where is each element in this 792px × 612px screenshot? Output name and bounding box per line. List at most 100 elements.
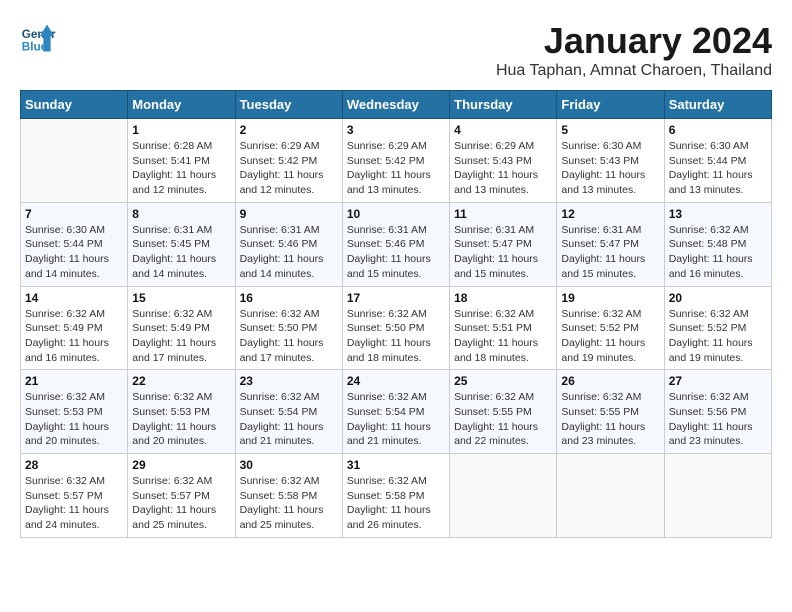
day-number: 3 xyxy=(347,123,445,137)
day-number: 17 xyxy=(347,291,445,305)
day-number: 24 xyxy=(347,374,445,388)
day-number: 5 xyxy=(561,123,659,137)
calendar-cell: 23 Sunrise: 6:32 AMSunset: 5:54 PMDayligh… xyxy=(235,370,342,454)
calendar-cell xyxy=(557,454,664,538)
logo-icon: General Blue xyxy=(20,20,56,56)
calendar-cell: 20 Sunrise: 6:32 AMSunset: 5:52 PMDayligh… xyxy=(664,286,771,370)
day-number: 31 xyxy=(347,458,445,472)
day-number: 13 xyxy=(669,207,767,221)
day-number: 11 xyxy=(454,207,552,221)
calendar-cell: 18 Sunrise: 6:32 AMSunset: 5:51 PMDayligh… xyxy=(450,286,557,370)
calendar-cell: 11Sunrise: 6:31 AMSunset: 5:47 PMDayligh… xyxy=(450,202,557,286)
day-info: Sunrise: 6:32 AMSunset: 5:57 PMDaylight:… xyxy=(25,474,123,533)
title-block: January 2024 Hua Taphan, Amnat Charoen, … xyxy=(496,20,772,80)
calendar-cell: 15 Sunrise: 6:32 AMSunset: 5:49 PMDayligh… xyxy=(128,286,235,370)
calendar-cell: 16 Sunrise: 6:32 AMSunset: 5:50 PMDayligh… xyxy=(235,286,342,370)
day-number: 1 xyxy=(132,123,230,137)
day-header-sunday: Sunday xyxy=(21,91,128,119)
page-header: General Blue January 2024 Hua Taphan, Am… xyxy=(20,20,772,80)
day-info: Sunrise: 6:30 AMSunset: 5:44 PMDaylight:… xyxy=(25,223,123,282)
logo: General Blue xyxy=(20,20,56,56)
calendar-cell: 30Sunrise: 6:32 AMSunset: 5:58 PMDayligh… xyxy=(235,454,342,538)
calendar-cell: 4 Sunrise: 6:29 AMSunset: 5:43 PMDaylight… xyxy=(450,119,557,203)
day-header-saturday: Saturday xyxy=(664,91,771,119)
day-info: Sunrise: 6:29 AMSunset: 5:42 PMDaylight:… xyxy=(347,139,445,198)
calendar-cell: 6 Sunrise: 6:30 AMSunset: 5:44 PMDaylight… xyxy=(664,119,771,203)
day-number: 10 xyxy=(347,207,445,221)
day-info: Sunrise: 6:29 AMSunset: 5:43 PMDaylight:… xyxy=(454,139,552,198)
day-number: 28 xyxy=(25,458,123,472)
calendar-cell: 29Sunrise: 6:32 AMSunset: 5:57 PMDayligh… xyxy=(128,454,235,538)
day-info: Sunrise: 6:32 AMSunset: 5:50 PMDaylight:… xyxy=(240,307,338,366)
day-info: Sunrise: 6:30 AMSunset: 5:44 PMDaylight:… xyxy=(669,139,767,198)
day-number: 12 xyxy=(561,207,659,221)
calendar-body: 1 Sunrise: 6:28 AMSunset: 5:41 PMDaylight… xyxy=(21,119,772,538)
week-row-4: 21 Sunrise: 6:32 AMSunset: 5:53 PMDayligh… xyxy=(21,370,772,454)
calendar-table: SundayMondayTuesdayWednesdayThursdayFrid… xyxy=(20,90,772,538)
location-title: Hua Taphan, Amnat Charoen, Thailand xyxy=(496,62,772,80)
calendar-cell xyxy=(450,454,557,538)
week-row-2: 7Sunrise: 6:30 AMSunset: 5:44 PMDaylight… xyxy=(21,202,772,286)
day-info: Sunrise: 6:32 AMSunset: 5:51 PMDaylight:… xyxy=(454,307,552,366)
day-number: 21 xyxy=(25,374,123,388)
day-number: 9 xyxy=(240,207,338,221)
day-header-tuesday: Tuesday xyxy=(235,91,342,119)
calendar-cell: 19Sunrise: 6:32 AMSunset: 5:52 PMDayligh… xyxy=(557,286,664,370)
calendar-cell: 10 Sunrise: 6:31 AMSunset: 5:46 PMDayligh… xyxy=(342,202,449,286)
day-header-monday: Monday xyxy=(128,91,235,119)
day-info: Sunrise: 6:32 AMSunset: 5:55 PMDaylight:… xyxy=(561,390,659,449)
day-info: Sunrise: 6:32 AMSunset: 5:48 PMDaylight:… xyxy=(669,223,767,282)
calendar-cell: 3 Sunrise: 6:29 AMSunset: 5:42 PMDaylight… xyxy=(342,119,449,203)
day-info: Sunrise: 6:31 AMSunset: 5:46 PMDaylight:… xyxy=(347,223,445,282)
day-number: 2 xyxy=(240,123,338,137)
week-row-5: 28 Sunrise: 6:32 AMSunset: 5:57 PMDayligh… xyxy=(21,454,772,538)
day-info: Sunrise: 6:28 AMSunset: 5:41 PMDaylight:… xyxy=(132,139,230,198)
day-number: 20 xyxy=(669,291,767,305)
calendar-cell: 28 Sunrise: 6:32 AMSunset: 5:57 PMDayligh… xyxy=(21,454,128,538)
day-info: Sunrise: 6:32 AMSunset: 5:53 PMDaylight:… xyxy=(132,390,230,449)
day-number: 23 xyxy=(240,374,338,388)
day-info: Sunrise: 6:32 AMSunset: 5:49 PMDaylight:… xyxy=(25,307,123,366)
day-info: Sunrise: 6:32 AMSunset: 5:54 PMDaylight:… xyxy=(347,390,445,449)
day-info: Sunrise: 6:32 AMSunset: 5:58 PMDaylight:… xyxy=(347,474,445,533)
calendar-cell: 7Sunrise: 6:30 AMSunset: 5:44 PMDaylight… xyxy=(21,202,128,286)
calendar-cell: 27 Sunrise: 6:32 AMSunset: 5:56 PMDayligh… xyxy=(664,370,771,454)
day-info: Sunrise: 6:31 AMSunset: 5:45 PMDaylight:… xyxy=(132,223,230,282)
day-info: Sunrise: 6:32 AMSunset: 5:52 PMDaylight:… xyxy=(669,307,767,366)
calendar-cell: 9Sunrise: 6:31 AMSunset: 5:46 PMDaylight… xyxy=(235,202,342,286)
day-number: 14 xyxy=(25,291,123,305)
calendar-cell xyxy=(21,119,128,203)
day-header-wednesday: Wednesday xyxy=(342,91,449,119)
calendar-cell: 14 Sunrise: 6:32 AMSunset: 5:49 PMDayligh… xyxy=(21,286,128,370)
calendar-header-row: SundayMondayTuesdayWednesdayThursdayFrid… xyxy=(21,91,772,119)
day-number: 18 xyxy=(454,291,552,305)
calendar-cell xyxy=(664,454,771,538)
calendar-cell: 22Sunrise: 6:32 AMSunset: 5:53 PMDayligh… xyxy=(128,370,235,454)
calendar-cell: 31 Sunrise: 6:32 AMSunset: 5:58 PMDayligh… xyxy=(342,454,449,538)
week-row-1: 1 Sunrise: 6:28 AMSunset: 5:41 PMDaylight… xyxy=(21,119,772,203)
day-info: Sunrise: 6:32 AMSunset: 5:57 PMDaylight:… xyxy=(132,474,230,533)
calendar-cell: 21 Sunrise: 6:32 AMSunset: 5:53 PMDayligh… xyxy=(21,370,128,454)
day-number: 16 xyxy=(240,291,338,305)
day-info: Sunrise: 6:32 AMSunset: 5:55 PMDaylight:… xyxy=(454,390,552,449)
day-header-thursday: Thursday xyxy=(450,91,557,119)
day-number: 4 xyxy=(454,123,552,137)
day-number: 27 xyxy=(669,374,767,388)
calendar-cell: 5Sunrise: 6:30 AMSunset: 5:43 PMDaylight… xyxy=(557,119,664,203)
calendar-cell: 12Sunrise: 6:31 AMSunset: 5:47 PMDayligh… xyxy=(557,202,664,286)
day-number: 25 xyxy=(454,374,552,388)
day-info: Sunrise: 6:32 AMSunset: 5:50 PMDaylight:… xyxy=(347,307,445,366)
day-info: Sunrise: 6:29 AMSunset: 5:42 PMDaylight:… xyxy=(240,139,338,198)
day-info: Sunrise: 6:32 AMSunset: 5:49 PMDaylight:… xyxy=(132,307,230,366)
day-info: Sunrise: 6:32 AMSunset: 5:53 PMDaylight:… xyxy=(25,390,123,449)
day-info: Sunrise: 6:32 AMSunset: 5:58 PMDaylight:… xyxy=(240,474,338,533)
day-info: Sunrise: 6:32 AMSunset: 5:56 PMDaylight:… xyxy=(669,390,767,449)
day-info: Sunrise: 6:32 AMSunset: 5:54 PMDaylight:… xyxy=(240,390,338,449)
calendar-cell: 26Sunrise: 6:32 AMSunset: 5:55 PMDayligh… xyxy=(557,370,664,454)
day-number: 6 xyxy=(669,123,767,137)
week-row-3: 14 Sunrise: 6:32 AMSunset: 5:49 PMDayligh… xyxy=(21,286,772,370)
day-number: 15 xyxy=(132,291,230,305)
calendar-cell: 8Sunrise: 6:31 AMSunset: 5:45 PMDaylight… xyxy=(128,202,235,286)
month-title: January 2024 xyxy=(496,20,772,62)
calendar-cell: 17 Sunrise: 6:32 AMSunset: 5:50 PMDayligh… xyxy=(342,286,449,370)
